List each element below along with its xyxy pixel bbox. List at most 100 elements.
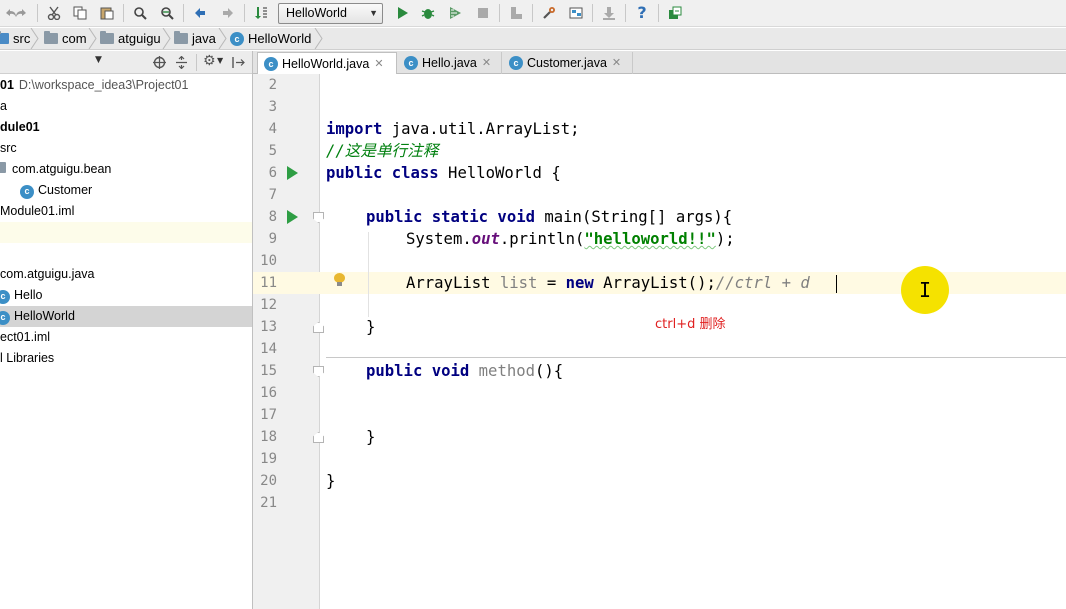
back-icon[interactable] bbox=[191, 4, 209, 22]
debug-icon[interactable] bbox=[419, 4, 437, 22]
line-number: 10 bbox=[260, 253, 277, 269]
close-icon[interactable]: ✕ bbox=[612, 52, 621, 74]
tree-item-src[interactable]: src bbox=[0, 138, 252, 159]
close-icon[interactable]: ✕ bbox=[374, 53, 383, 75]
line-number: 2 bbox=[268, 77, 277, 93]
tree-item-customer[interactable]: c Customer bbox=[0, 180, 252, 201]
chevron-down-icon[interactable]: ▼ bbox=[217, 56, 223, 65]
project-panel-header: ▼ ⚙ ▼ bbox=[0, 51, 252, 74]
line-number: 4 bbox=[268, 121, 277, 137]
settings-icon[interactable] bbox=[540, 4, 558, 22]
project-structure-icon[interactable] bbox=[567, 4, 585, 22]
line-number: 6 bbox=[268, 165, 277, 181]
find-icon[interactable] bbox=[131, 4, 149, 22]
breadcrumb-separator bbox=[30, 28, 39, 49]
line-number: 16 bbox=[260, 385, 277, 401]
tree-item-package-java[interactable]: com.atguigu.java bbox=[0, 264, 252, 285]
sdk-icon[interactable] bbox=[600, 4, 618, 22]
line-number: 20 bbox=[260, 473, 277, 489]
main-toolbar: HelloWorld ▼ ? bbox=[0, 0, 1066, 27]
make-icon[interactable] bbox=[252, 4, 270, 22]
folder-icon bbox=[44, 31, 58, 44]
code-line-8: public static void main(String[] args){ bbox=[366, 208, 733, 226]
scroll-from-source-icon[interactable] bbox=[153, 56, 166, 69]
gear-icon[interactable]: ⚙ bbox=[203, 53, 216, 69]
breadcrumb-item-src[interactable]: src bbox=[0, 28, 30, 49]
run-icon[interactable] bbox=[393, 4, 411, 22]
folder-icon bbox=[100, 31, 114, 44]
tree-item-module-iml[interactable]: Module01.iml bbox=[0, 201, 252, 222]
tree-item-project-iml[interactable]: ect01.iml bbox=[0, 327, 252, 348]
breadcrumb-item-com[interactable]: com bbox=[44, 28, 87, 49]
close-icon[interactable]: ✕ bbox=[482, 52, 491, 74]
line-number: 11 bbox=[260, 275, 277, 291]
breadcrumb-item-atguigu[interactable]: atguigu bbox=[100, 28, 161, 49]
forward-icon[interactable] bbox=[219, 4, 237, 22]
class-icon: c bbox=[20, 184, 34, 199]
annotation-note: ctrl+d 删除 bbox=[655, 317, 726, 332]
project-tree: 01 D:\workspace_idea3\Project01 a dule01 … bbox=[0, 75, 252, 609]
method-separator bbox=[326, 357, 1066, 358]
build-icon[interactable] bbox=[507, 4, 525, 22]
lightbulb-icon[interactable] bbox=[334, 273, 345, 287]
copy-icon[interactable] bbox=[71, 4, 89, 22]
class-icon: c bbox=[509, 56, 523, 70]
class-icon: c bbox=[0, 289, 10, 304]
collapse-all-icon[interactable] bbox=[175, 56, 188, 69]
ibeam-cursor-icon: I bbox=[919, 278, 932, 302]
replace-icon[interactable] bbox=[158, 4, 176, 22]
code-line-4: import java.util.ArrayList; bbox=[326, 120, 580, 138]
run-class-icon[interactable] bbox=[287, 166, 298, 180]
folder-icon bbox=[174, 31, 188, 44]
tree-item-helloworld[interactable]: c HelloWorld bbox=[0, 306, 252, 327]
line-number: 12 bbox=[260, 297, 277, 313]
cut-icon[interactable] bbox=[45, 4, 63, 22]
tree-item-hello[interactable]: c Hello bbox=[0, 285, 252, 306]
tree-item-external-libraries[interactable]: l Libraries bbox=[0, 348, 252, 369]
tree-item[interactable] bbox=[0, 222, 252, 243]
code-line-13: } bbox=[366, 318, 376, 336]
text-caret bbox=[836, 275, 837, 293]
tab-customer-java[interactable]: c Customer.java ✕ bbox=[503, 52, 633, 74]
tree-item-project[interactable]: 01 D:\workspace_idea3\Project01 bbox=[0, 75, 252, 96]
folder-icon bbox=[0, 31, 9, 44]
run-config-select[interactable]: HelloWorld ▼ bbox=[278, 3, 383, 24]
code-line-18: } bbox=[366, 428, 376, 446]
line-number: 14 bbox=[260, 341, 277, 357]
tab-helloworld-java[interactable]: c HelloWorld.java ✕ bbox=[257, 52, 397, 74]
breadcrumb-item-helloworld[interactable]: c HelloWorld bbox=[230, 28, 311, 49]
line-number: 19 bbox=[260, 451, 277, 467]
class-icon: c bbox=[0, 310, 10, 325]
code-line-11: ArrayList list = new ArrayList();//ctrl … bbox=[406, 274, 810, 292]
line-number: 17 bbox=[260, 407, 277, 423]
line-number: 21 bbox=[260, 495, 277, 511]
line-number: 15 bbox=[260, 363, 277, 379]
code-line-15: public void method(){ bbox=[366, 362, 564, 380]
tree-item[interactable] bbox=[0, 243, 252, 264]
run-main-icon[interactable] bbox=[287, 210, 298, 224]
tree-item-package-bean[interactable]: com.atguigu.bean bbox=[0, 159, 252, 180]
breadcrumb-separator bbox=[162, 28, 171, 49]
class-icon: c bbox=[230, 31, 244, 46]
tree-item[interactable]: a bbox=[0, 96, 252, 117]
hide-panel-icon[interactable] bbox=[232, 56, 245, 69]
coverage-icon[interactable] bbox=[446, 4, 464, 22]
tab-hello-java[interactable]: c Hello.java ✕ bbox=[398, 52, 502, 74]
stop-icon[interactable] bbox=[474, 4, 492, 22]
class-icon: c bbox=[404, 56, 418, 70]
editor-tabs: c HelloWorld.java ✕ c Hello.java ✕ c Cus… bbox=[253, 51, 1066, 74]
tree-item-module[interactable]: dule01 bbox=[0, 117, 252, 138]
code-line-20: } bbox=[326, 472, 336, 490]
code-line-9: System.out.println("helloworld!!"); bbox=[406, 230, 735, 248]
redo-icon[interactable] bbox=[12, 4, 30, 22]
paste-icon[interactable] bbox=[98, 4, 116, 22]
help-icon[interactable]: ? bbox=[633, 4, 651, 22]
breadcrumb-item-java[interactable]: java bbox=[174, 28, 216, 49]
breadcrumb-separator bbox=[88, 28, 97, 49]
chevron-down-icon[interactable]: ▼ bbox=[95, 55, 102, 65]
line-number: 5 bbox=[268, 143, 277, 159]
code-line-6: public class HelloWorld { bbox=[326, 164, 561, 182]
update-icon[interactable] bbox=[666, 4, 684, 22]
indent-guide bbox=[368, 232, 369, 317]
line-number: 18 bbox=[260, 429, 277, 445]
